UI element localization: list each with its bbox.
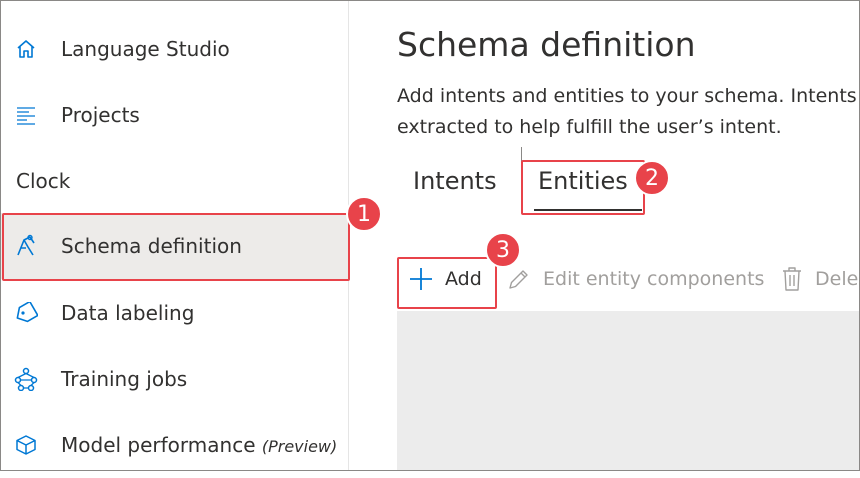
tab-intents[interactable]: Intents <box>413 167 497 195</box>
preview-tag: (Preview) <box>261 437 338 456</box>
tab-entities[interactable]: Entities <box>534 167 642 211</box>
sidebar-item-language-studio[interactable]: Language Studio <box>1 16 348 82</box>
sidebar-item-label: Language Studio <box>61 37 230 61</box>
pencil-icon <box>507 267 531 291</box>
callout-badge-2: 2 <box>634 160 670 196</box>
sidebar-item-label: Data labeling <box>61 301 195 325</box>
page-title: Schema definition <box>397 25 696 64</box>
tab-separator <box>521 147 522 171</box>
edit-entity-components-button[interactable]: Edit entity components <box>507 263 764 295</box>
sidebar-item-training-jobs[interactable]: Training jobs <box>1 346 348 412</box>
project-name-label: Clock <box>16 169 71 193</box>
sidebar-item-label: Schema definition <box>61 234 242 258</box>
plus-icon <box>409 267 433 291</box>
delete-button[interactable]: Dele <box>781 263 858 295</box>
trash-icon <box>781 266 803 292</box>
sidebar-item-schema-definition[interactable]: Schema definition <box>1 213 348 279</box>
callout-badge-3: 3 <box>485 232 521 268</box>
sidebar-item-label: Projects <box>61 103 140 127</box>
entities-list-area <box>397 311 859 470</box>
sidebar-item-projects[interactable]: Projects <box>1 82 348 148</box>
home-icon <box>13 36 39 62</box>
cube-icon <box>13 432 39 458</box>
schema-icon <box>13 233 39 259</box>
sidebar-item-label: Model performance (Preview) <box>61 433 338 457</box>
main-content: Schema definition Add intents and entiti… <box>349 1 860 470</box>
sidebar-item-data-labeling[interactable]: Data labeling <box>1 280 348 346</box>
page-description: Add intents and entities to your schema.… <box>397 85 860 138</box>
list-icon <box>13 102 39 128</box>
network-icon <box>13 366 39 392</box>
sidebar: Language Studio Projects Clock Schema de… <box>1 1 349 470</box>
sidebar-item-label: Training jobs <box>61 367 188 391</box>
tag-icon <box>13 300 39 326</box>
callout-badge-1: 1 <box>346 196 382 232</box>
add-button[interactable]: Add <box>409 263 482 295</box>
sidebar-item-model-performance[interactable]: Model performance (Preview) <box>1 412 348 478</box>
